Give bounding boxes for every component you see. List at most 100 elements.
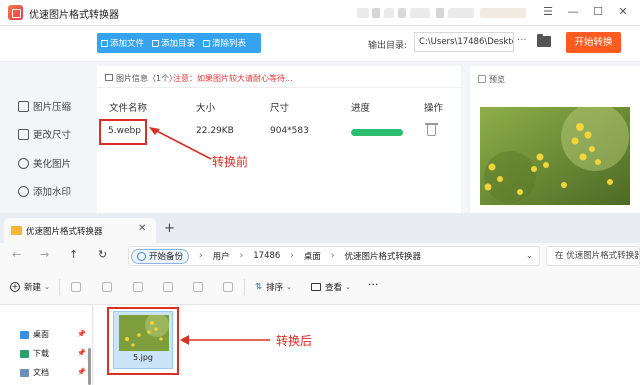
divider [244, 279, 245, 295]
back-icon[interactable]: ← [12, 248, 21, 261]
forward-icon[interactable]: → [40, 248, 49, 261]
blurred-area [357, 8, 369, 18]
app-logo-icon [8, 5, 23, 20]
refresh-icon[interactable]: ↻ [98, 248, 107, 261]
quick-access-documents[interactable]: 文档 [20, 367, 49, 378]
trash-icon[interactable] [425, 123, 438, 136]
output-dir-field[interactable]: C:\Users\17486\Deskto [414, 32, 514, 52]
quick-access-downloads[interactable]: 下载 [20, 348, 49, 359]
blurred-area [448, 8, 474, 18]
pin-icon: 📌 [77, 349, 86, 357]
image-info-icon [105, 74, 113, 81]
add-folder-button[interactable]: 添加目录 [148, 37, 195, 49]
chevron-right-icon: › [239, 251, 244, 261]
toolbar-button-group: 添加文件 添加目录 清除列表 [97, 33, 261, 53]
sidebar-item-resize[interactable]: 更改尺寸 [18, 127, 71, 141]
scrollbar[interactable] [88, 348, 91, 385]
blurred-area [384, 8, 394, 18]
blurred-area [436, 8, 444, 18]
view-button[interactable]: 查看 ⌄ [311, 281, 351, 293]
chevron-down-icon[interactable]: ⌄ [526, 251, 533, 261]
tab-close-icon[interactable]: ✕ [138, 223, 146, 234]
image-info-tip: 注意：如果图片较大请耐心等待... [173, 74, 293, 83]
start-convert-button[interactable]: 开始转换 [566, 32, 621, 53]
app-title: 优速图片格式转换器 [29, 10, 119, 21]
open-folder-icon[interactable] [537, 34, 551, 47]
breadcrumb-item-user[interactable]: 17486 [253, 251, 280, 261]
preview-icon [478, 75, 486, 83]
breadcrumb-item-users[interactable]: 用户 [213, 250, 230, 262]
rename-icon[interactable] [163, 282, 173, 292]
add-file-icon [101, 39, 108, 47]
sidebar-item-watermark[interactable]: 添加水印 [18, 184, 71, 198]
annotation-before: 转换前 [212, 155, 249, 169]
sidebar: 图片压缩 更改尺寸 美化图片 添加水印 [0, 62, 97, 213]
add-folder-icon [152, 39, 160, 47]
preview-image [480, 107, 630, 205]
copy-icon[interactable] [102, 282, 112, 292]
resize-icon [18, 128, 29, 140]
more-options-button[interactable]: ··· [368, 278, 379, 291]
breadcrumb-item-backup[interactable]: 开始备份 [131, 248, 190, 264]
backup-icon [137, 251, 146, 261]
documents-icon [20, 368, 29, 377]
sort-button[interactable]: ⇅ 排序 ⌄ [255, 281, 292, 293]
file-content-area: 5.jpg 转换后 [94, 305, 640, 385]
app-toolbar: 添加文件 添加目录 清除列表 输出目录: C:\Users\17486\Desk… [0, 26, 640, 62]
up-icon[interactable]: ↑ [69, 248, 78, 261]
desktop-icon [20, 330, 29, 339]
file-thumbnail [119, 315, 169, 351]
explorer-command-bar: + 新建 ⌄ ⇅ 排序 ⌄ 查看 ⌄ ··· [0, 269, 640, 305]
converter-app-window: 优速图片格式转换器 ☰ — ☐ ✕ 添加文件 添加目录 清除列表 输出目录: C… [0, 0, 640, 213]
arrow-before [149, 127, 212, 160]
clear-list-icon [203, 39, 211, 47]
sidebar-item-beautify[interactable]: 美化图片 [18, 156, 71, 170]
explorer-nav-bar: ← → ↑ ↻ 开始备份 › 用户 › 17486 › 桌面 › 优速图片格式转… [0, 243, 640, 269]
breadcrumb: 开始备份 › 用户 › 17486 › 桌面 › 优速图片格式转换器 ⌄ [128, 246, 540, 266]
before-highlight-box [99, 119, 147, 145]
sidebar-item-compress[interactable]: 图片压缩 [18, 99, 71, 113]
explorer-tab[interactable]: 优速图片格式转换器 ✕ [4, 218, 156, 243]
sort-icon: ⇅ [255, 282, 263, 292]
blurred-area [480, 8, 526, 18]
delete-icon[interactable] [223, 282, 233, 292]
add-file-button[interactable]: 添加文件 [97, 37, 144, 49]
new-tab-icon[interactable]: + [164, 221, 175, 236]
plus-icon: + [10, 282, 20, 292]
chevron-down-icon: ⌄ [286, 283, 293, 291]
col-header-name: 文件名称 [109, 103, 148, 114]
chevron-right-icon: › [330, 251, 335, 261]
preview-panel: 预览 [470, 66, 640, 213]
file-dims-cell: 904*583 [270, 126, 309, 136]
search-input[interactable]: 在 优速图片格式转换器 [546, 246, 640, 266]
col-header-size: 大小 [196, 103, 216, 114]
chevron-right-icon: › [290, 251, 294, 261]
annotation-after: 转换后 [276, 334, 313, 348]
blurred-area [398, 8, 406, 18]
file-list-panel: 图片信息（1个） 注意：如果图片较大请耐心等待... 文件名称 大小 尺寸 进度… [97, 66, 461, 213]
arrow-after [180, 335, 270, 345]
minimize-icon[interactable]: — [566, 5, 580, 19]
col-header-progress: 进度 [351, 103, 371, 114]
quick-access-desktop[interactable]: 桌面 [20, 329, 49, 340]
image-info-bar: 图片信息（1个） 注意：如果图片较大请耐心等待... [97, 66, 461, 88]
view-icon [311, 283, 321, 291]
clear-list-button[interactable]: 清除列表 [199, 37, 246, 49]
chevron-right-icon: › [199, 251, 203, 261]
pin-icon: 📌 [77, 368, 86, 376]
close-icon[interactable]: ✕ [616, 5, 630, 19]
output-dir-label: 输出目录: [368, 41, 408, 51]
file-explorer-window: 优速图片格式转换器 ✕ + ← → ↑ ↻ 开始备份 › 用户 › 17486 … [0, 213, 640, 385]
compress-icon [18, 100, 29, 112]
menu-icon[interactable]: ☰ [541, 5, 555, 19]
maximize-icon[interactable]: ☐ [591, 5, 605, 19]
browse-button[interactable]: ··· [517, 32, 531, 52]
paste-icon[interactable] [133, 282, 143, 292]
breadcrumb-item-desktop[interactable]: 桌面 [304, 250, 321, 262]
breadcrumb-item-folder[interactable]: 优速图片格式转换器 [345, 250, 422, 262]
new-button[interactable]: + 新建 ⌄ [10, 281, 50, 293]
blurred-area [372, 8, 380, 18]
share-icon[interactable] [193, 282, 203, 292]
file-item[interactable]: 5.jpg [113, 311, 173, 369]
cut-icon[interactable] [71, 282, 81, 292]
